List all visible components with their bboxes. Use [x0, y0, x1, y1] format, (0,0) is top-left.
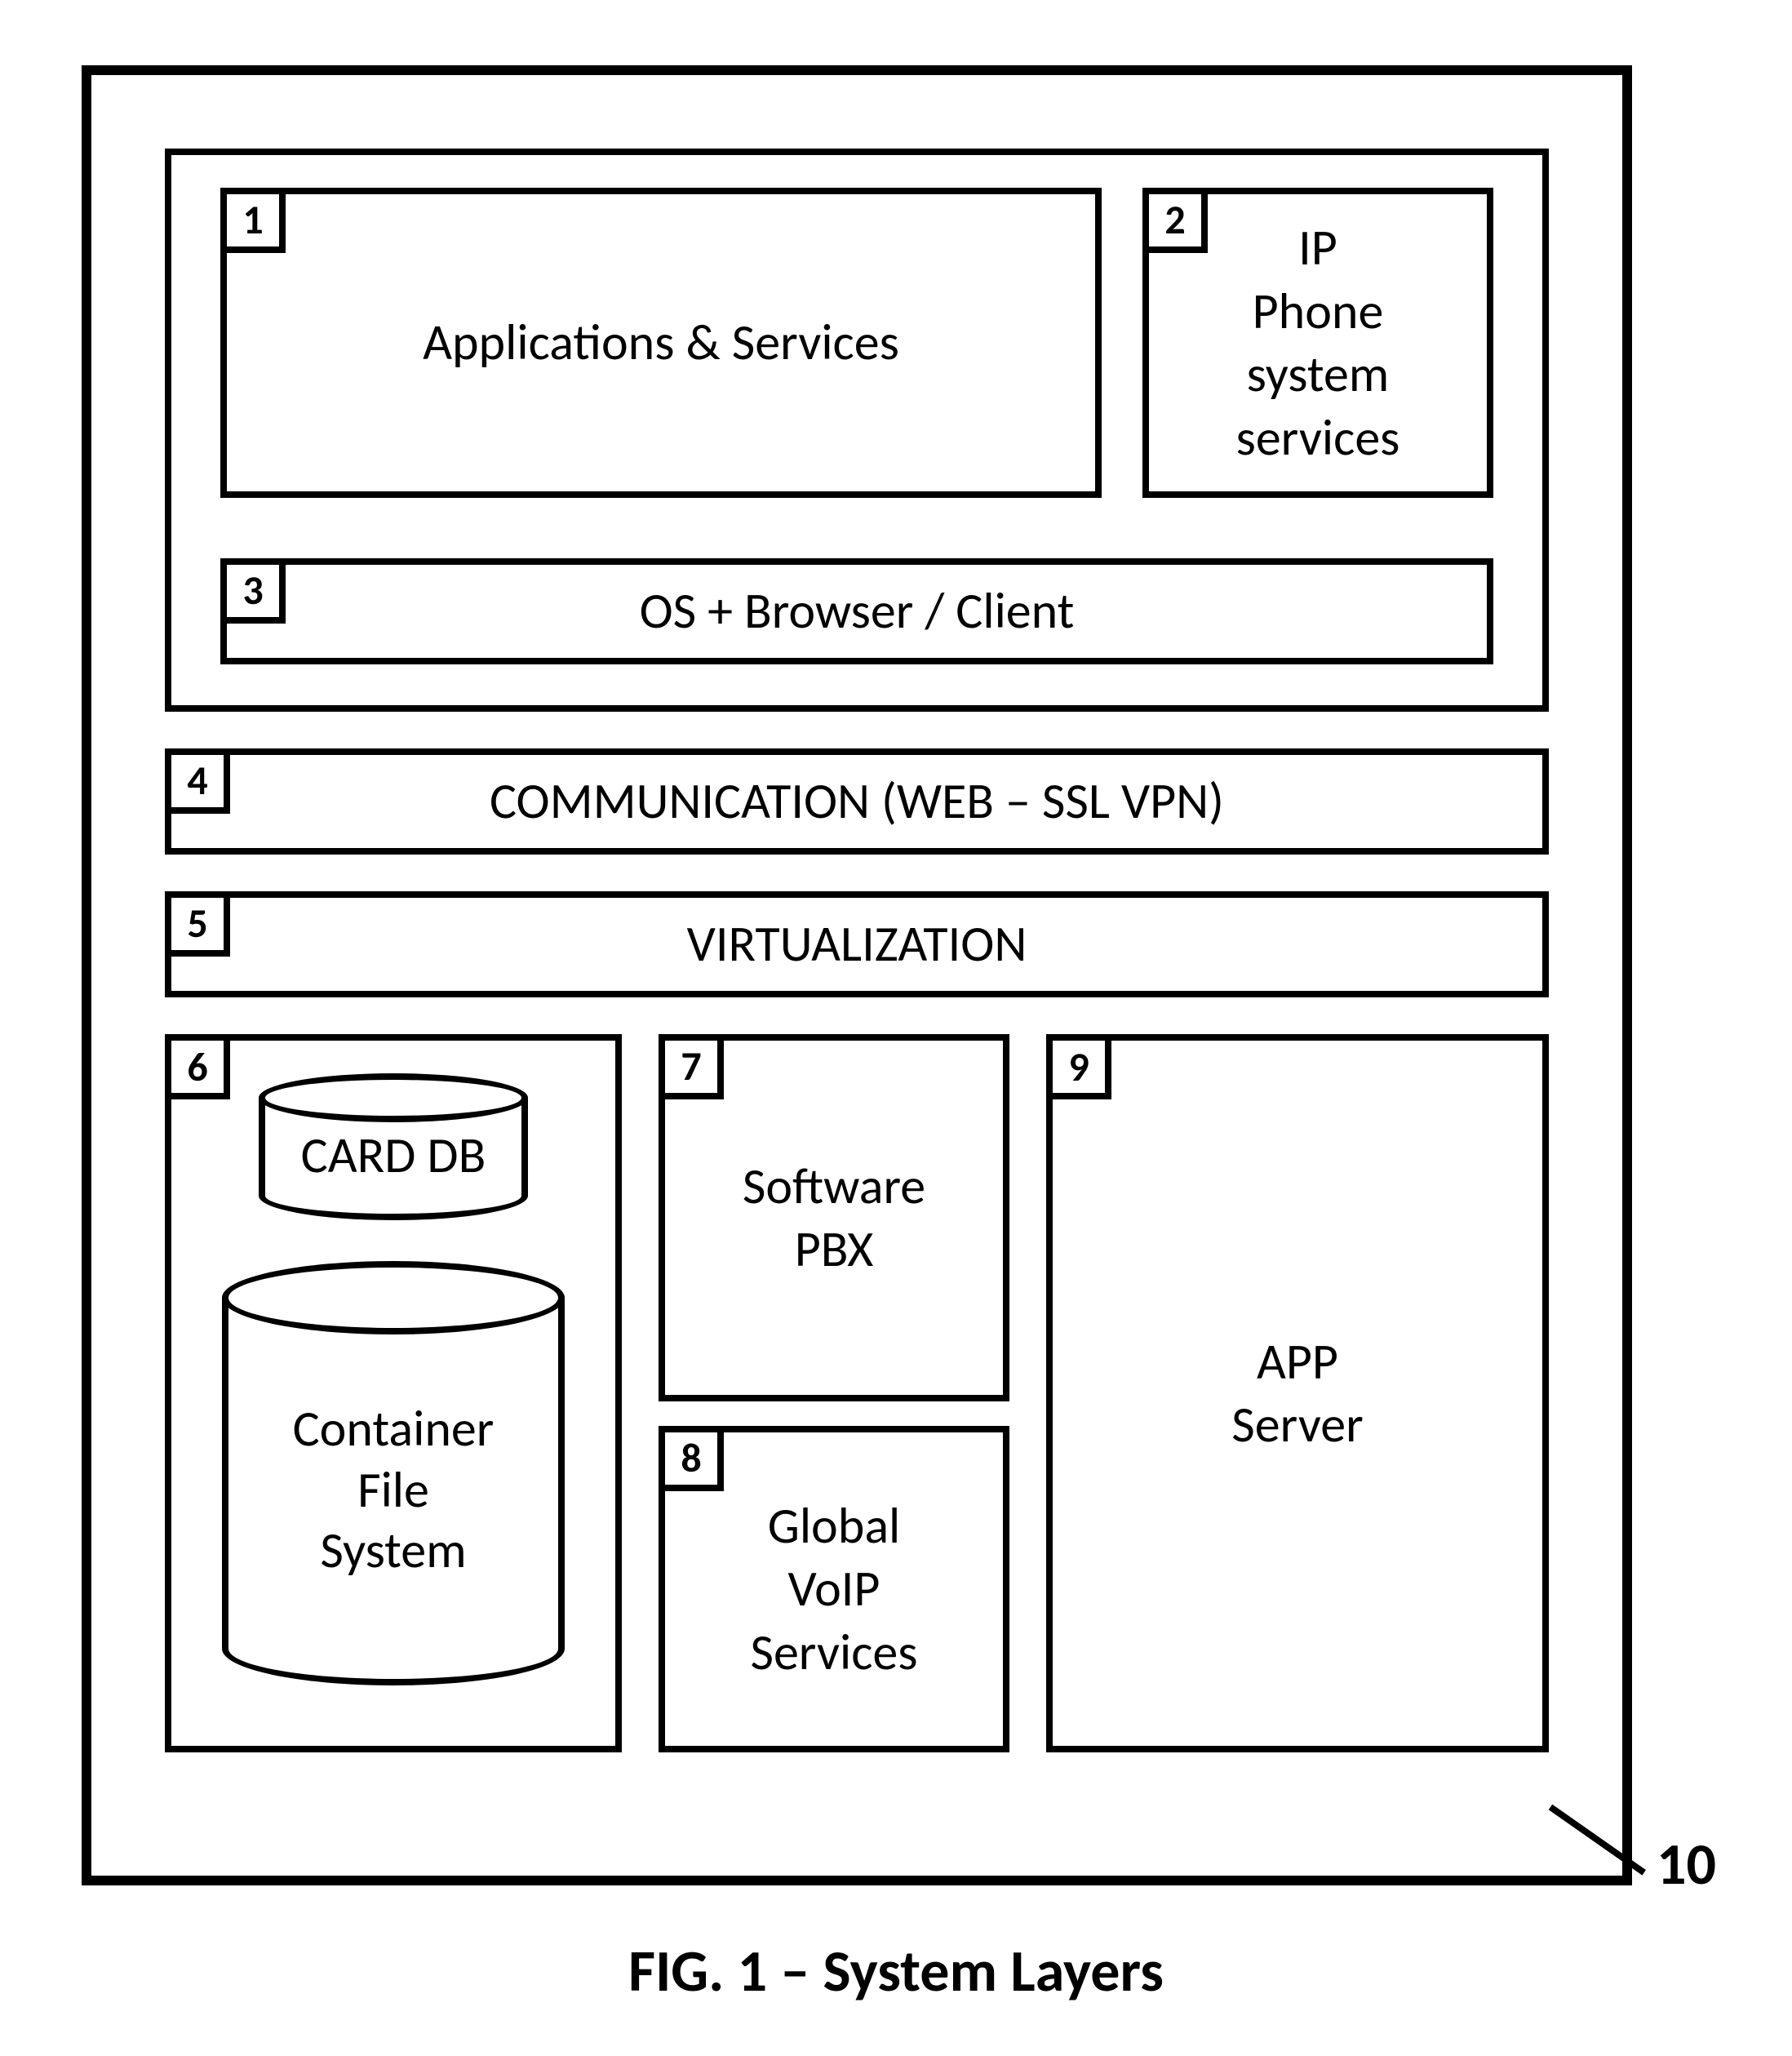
box-card-db-container-fs: 6 CARD DB	[165, 1034, 622, 1752]
box-label: VIRTUALIZATION	[687, 913, 1027, 976]
middle-server-column: 7 Software PBX 8 Global VoIP Services	[659, 1034, 1009, 1752]
box-virtualization: 5 VIRTUALIZATION	[165, 891, 1549, 997]
box-number-2: 2	[1142, 188, 1208, 253]
box-number-1: 1	[220, 188, 286, 253]
client-os-row: 3 OS + Browser / Client	[220, 558, 1493, 664]
box-communication: 4 COMMUNICATION (WEB – SSL VPN)	[165, 748, 1549, 855]
box-label: APP Server	[1231, 1330, 1363, 1457]
box-software-pbx: 7 Software PBX	[659, 1034, 1009, 1401]
box-number-7: 7	[659, 1034, 724, 1099]
box-global-voip-services: 8 Global VoIP Services	[659, 1426, 1009, 1752]
inner-layout: 1 Applications & Services 2 IP Phone sys…	[165, 149, 1549, 1802]
cylinder-card-db: CARD DB	[259, 1073, 528, 1220]
row-virtualization: 5 VIRTUALIZATION	[165, 891, 1549, 997]
client-group: 1 Applications & Services 2 IP Phone sys…	[165, 149, 1549, 712]
box-label: Applications & Services	[423, 311, 899, 375]
reference-number-10: 10	[1657, 1828, 1716, 1900]
box-applications-services: 1 Applications & Services	[220, 188, 1102, 498]
cylinder-container-fs: Container File System	[222, 1261, 565, 1685]
box-number-6: 6	[165, 1034, 230, 1099]
box-app-server: 9 APP Server	[1046, 1034, 1549, 1752]
figure-caption: FIG. 1 – System Layers	[33, 1935, 1759, 2007]
card-db-label: CARD DB	[259, 1073, 528, 1220]
box-label: IP Phone system services	[1236, 216, 1400, 469]
box-number-4: 4	[165, 748, 230, 814]
box-os-browser-client: 3 OS + Browser / Client	[220, 558, 1493, 664]
client-top-row: 1 Applications & Services 2 IP Phone sys…	[220, 188, 1493, 498]
figure-canvas: 1 Applications & Services 2 IP Phone sys…	[33, 33, 1759, 2023]
row-communication: 4 COMMUNICATION (WEB – SSL VPN)	[165, 748, 1549, 855]
box-label: COMMUNICATION (WEB – SSL VPN)	[490, 770, 1224, 833]
box-ip-phone-services: 2 IP Phone system services	[1142, 188, 1493, 498]
outer-frame: 1 Applications & Services 2 IP Phone sys…	[82, 65, 1632, 1885]
box-label: Global VoIP Services	[750, 1494, 917, 1685]
container-fs-label: Container File System	[222, 1261, 565, 1685]
box-number-3: 3	[220, 558, 286, 624]
box-number-8: 8	[659, 1426, 724, 1491]
box-number-5: 5	[165, 891, 230, 957]
box-number-9: 9	[1046, 1034, 1111, 1099]
server-row: 6 CARD DB	[165, 1034, 1549, 1752]
box-label: OS + Browser / Client	[640, 579, 1075, 643]
box-label: Software PBX	[743, 1155, 925, 1281]
